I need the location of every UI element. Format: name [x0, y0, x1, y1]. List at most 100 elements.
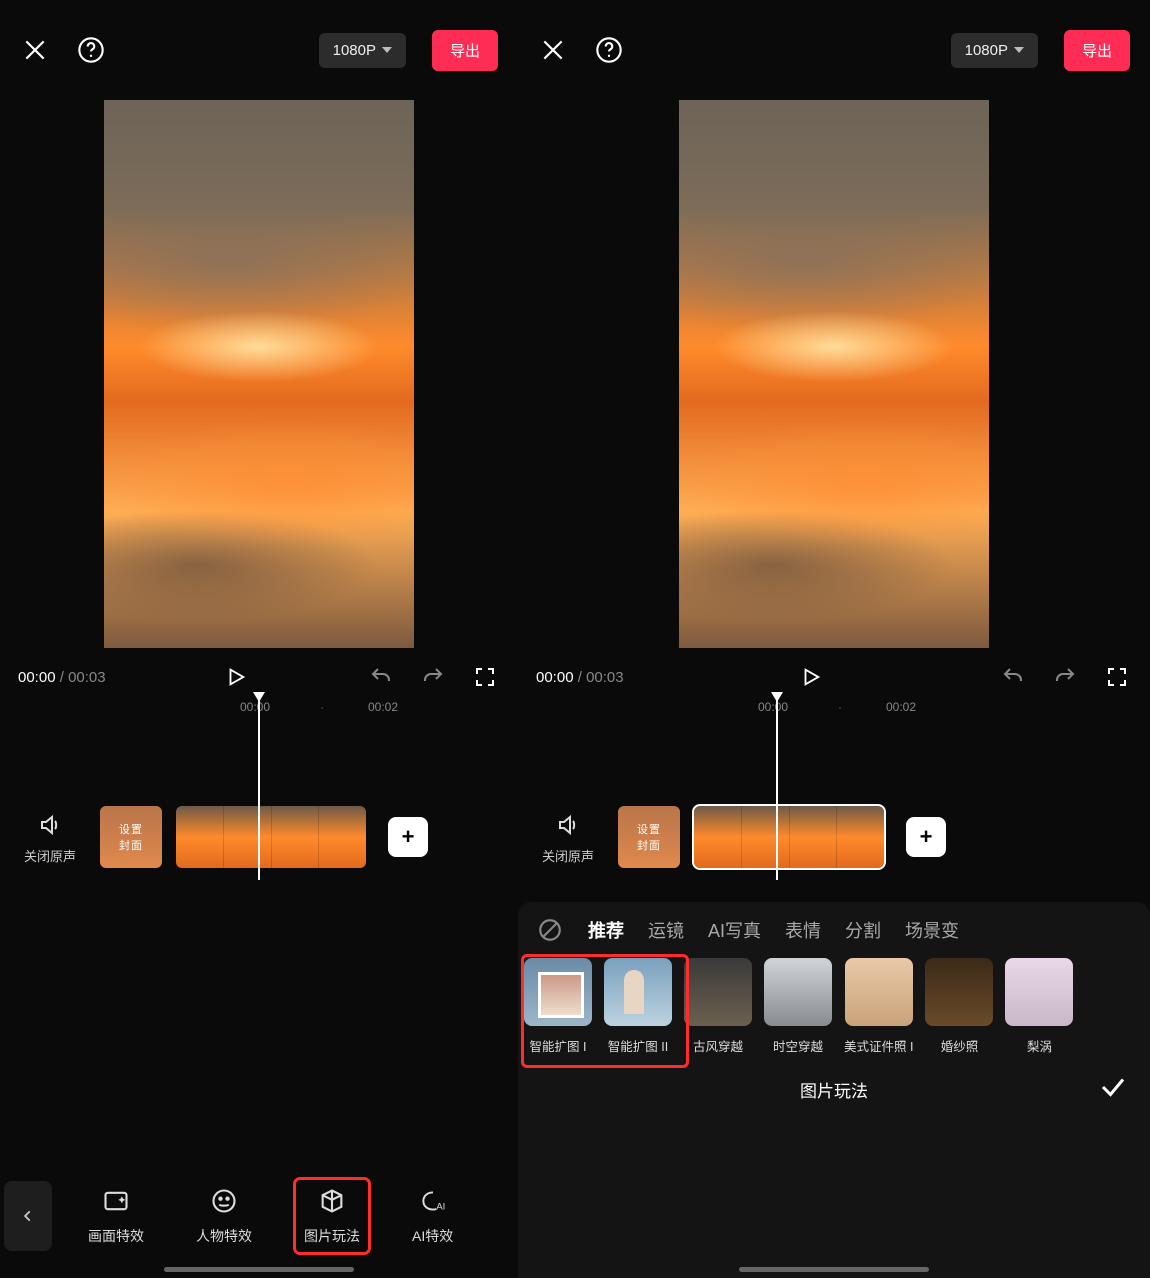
effect-item[interactable]: 美式证件照 I [844, 958, 913, 1055]
video-preview[interactable] [679, 100, 989, 648]
add-clip-button[interactable]: + [906, 817, 946, 857]
time-current: 00:00 [18, 669, 56, 686]
effect-thumb [845, 958, 913, 1026]
tab-label: 图片玩法 [304, 1226, 360, 1246]
effect-item[interactable]: 古风穿越 [684, 958, 752, 1055]
tick-label: 00:02 [886, 700, 916, 714]
back-button[interactable] [4, 1181, 52, 1251]
effect-item[interactable]: 智能扩图 II [604, 958, 672, 1055]
timeline-clip[interactable] [694, 806, 884, 868]
home-indicator [164, 1267, 354, 1272]
effect-thumb [684, 958, 752, 1026]
screen-left: 1080P 导出 00:00 / 00:03 00:00 · 00:02 [0, 0, 518, 1278]
effect-thumb [764, 958, 832, 1026]
export-button[interactable]: 导出 [432, 30, 498, 71]
mute-label: 关闭原声 [24, 846, 76, 865]
category-camera[interactable]: 运镜 [648, 917, 684, 943]
tab-label: AI特效 [412, 1226, 453, 1246]
image-sparkle-icon [101, 1186, 131, 1216]
tab-ai-effects[interactable]: AI AI特效 [404, 1180, 461, 1252]
effect-thumb [524, 958, 592, 1026]
effects-ai-icon: AI [418, 1186, 448, 1216]
export-button[interactable]: 导出 [1064, 30, 1130, 71]
resolution-label: 1080P [333, 42, 376, 59]
effect-thumb [925, 958, 993, 1026]
redo-icon[interactable] [1050, 662, 1080, 692]
effects-panel: 推荐 运镜 AI写真 表情 分割 场景变 智能扩图 I 智能扩图 II 古风穿越… [518, 902, 1150, 1278]
category-split[interactable]: 分割 [845, 917, 881, 943]
tab-image-play[interactable]: 图片玩法 [296, 1180, 368, 1252]
category-ai-portrait[interactable]: AI写真 [708, 917, 761, 943]
mute-icon[interactable] [553, 810, 583, 840]
redo-icon[interactable] [418, 662, 448, 692]
effect-label: 婚纱照 [941, 1036, 979, 1055]
category-expression[interactable]: 表情 [785, 917, 821, 943]
category-recommended[interactable]: 推荐 [588, 917, 624, 943]
topbar: 1080P 导出 [0, 0, 518, 100]
category-scene[interactable]: 场景变 [905, 917, 959, 943]
effect-item[interactable]: 时空穿越 [764, 958, 832, 1055]
tab-screen-effects[interactable]: 画面特效 [80, 1180, 152, 1252]
bottom-tabs: 画面特效 人物特效 图片玩法 AI AI特效 [0, 1180, 518, 1252]
confirm-icon[interactable] [1098, 1072, 1128, 1107]
effect-thumb [1005, 958, 1073, 1026]
panel-title: 图片玩法 [800, 1077, 868, 1102]
no-effect-icon[interactable] [536, 916, 564, 944]
home-indicator [739, 1267, 929, 1272]
time-display: 00:00 / 00:03 [18, 669, 106, 686]
effects-categories: 推荐 运镜 AI写真 表情 分割 场景变 [518, 916, 1150, 958]
tab-label: 画面特效 [88, 1226, 144, 1246]
screen-right: 1080P 导出 00:00 / 00:03 00:00 · 00:02 [518, 0, 1150, 1278]
cube-sparkle-icon [317, 1186, 347, 1216]
video-preview[interactable] [104, 100, 414, 648]
tab-label: 人物特效 [196, 1226, 252, 1246]
undo-icon[interactable] [366, 662, 396, 692]
effect-label: 梨涡 [1027, 1036, 1052, 1055]
close-icon[interactable] [20, 35, 50, 65]
mute-label: 关闭原声 [542, 846, 594, 865]
effect-item[interactable]: 梨涡 [1005, 958, 1073, 1055]
effect-label: 智能扩图 I [530, 1036, 587, 1055]
resolution-select[interactable]: 1080P [951, 33, 1038, 68]
time-total: 00:03 [68, 669, 106, 686]
time-current: 00:00 [536, 669, 574, 686]
timeline-row: 关闭原声 设置 封面 + [518, 724, 1150, 894]
effects-items: 智能扩图 I 智能扩图 II 古风穿越 时空穿越 美式证件照 I 婚纱照 梨涡 [518, 958, 1150, 1055]
effect-label: 美式证件照 I [844, 1036, 913, 1055]
close-icon[interactable] [538, 35, 568, 65]
tick-label: 00:00 [240, 700, 270, 714]
tab-people-effects[interactable]: 人物特效 [188, 1180, 260, 1252]
panel-footer: 图片玩法 [518, 1077, 1150, 1102]
add-clip-button[interactable]: + [388, 817, 428, 857]
undo-icon[interactable] [998, 662, 1028, 692]
topbar: 1080P 导出 [518, 0, 1150, 100]
timeline-clip[interactable] [176, 806, 366, 868]
tick-label: 00:00 [758, 700, 788, 714]
timeline-ruler: 00:00 · 00:02 [518, 700, 1150, 724]
resolution-select[interactable]: 1080P [319, 33, 406, 68]
playhead[interactable] [776, 700, 778, 880]
help-icon[interactable] [594, 35, 624, 65]
time-display: 00:00 / 00:03 [536, 669, 624, 686]
effect-label: 古风穿越 [693, 1036, 743, 1055]
play-icon[interactable] [221, 662, 251, 692]
playhead[interactable] [258, 700, 260, 880]
help-icon[interactable] [76, 35, 106, 65]
resolution-label: 1080P [965, 42, 1008, 59]
tick-label: 00:02 [368, 700, 398, 714]
effect-item[interactable]: 婚纱照 [925, 958, 993, 1055]
fullscreen-icon[interactable] [1102, 662, 1132, 692]
effect-thumb [604, 958, 672, 1026]
cover-thumb[interactable]: 设置 封面 [100, 806, 162, 868]
playback-bar: 00:00 / 00:03 [518, 648, 1150, 700]
cover-thumb[interactable]: 设置 封面 [618, 806, 680, 868]
time-total: 00:03 [586, 669, 624, 686]
effect-item[interactable]: 智能扩图 I [524, 958, 592, 1055]
face-icon [209, 1186, 239, 1216]
effect-label: 时空穿越 [773, 1036, 823, 1055]
mute-icon[interactable] [35, 810, 65, 840]
play-icon[interactable] [796, 662, 826, 692]
fullscreen-icon[interactable] [470, 662, 500, 692]
effect-label: 智能扩图 II [608, 1036, 668, 1055]
svg-text:AI: AI [436, 1202, 445, 1213]
